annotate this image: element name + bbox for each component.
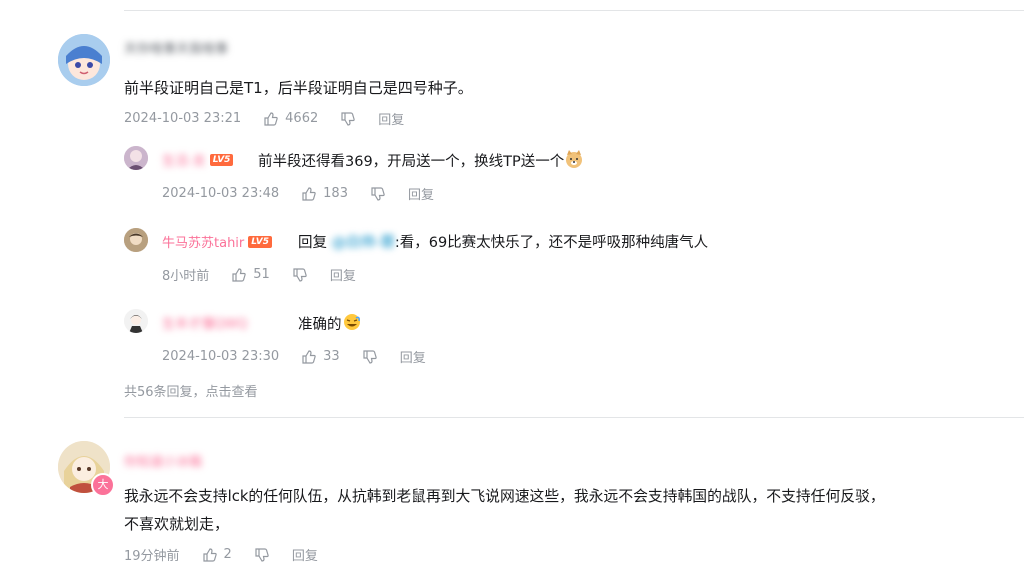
reply-meta: 8小时前 51 回复 bbox=[162, 265, 356, 284]
reply-button[interactable]: 回复 bbox=[378, 109, 404, 128]
reply-button[interactable]: 回复 bbox=[330, 265, 356, 284]
reply-meta: 2024-10-03 23:30 33 回复 bbox=[162, 347, 426, 366]
reply-text: 前半段还得看369，开局送一个，换线TP送一个 bbox=[258, 149, 584, 173]
comment-meta: 19分钟前 2 回复 bbox=[124, 545, 318, 564]
reply-button[interactable]: 回复 bbox=[400, 347, 426, 366]
dislike-button[interactable] bbox=[340, 111, 356, 127]
mention-link[interactable]: @白帅-蓉 bbox=[332, 235, 395, 251]
username[interactable]: 天你啥事天我啥事 bbox=[124, 38, 228, 57]
like-button[interactable]: 2 bbox=[202, 547, 232, 563]
avatar[interactable] bbox=[124, 228, 148, 252]
comment-text-line-1: 我永远不会支持lck的任何队伍，从抗韩到老鼠再到大飞说网速这些，我永远不会支持韩… bbox=[124, 488, 885, 505]
reply-button[interactable]: 回复 bbox=[292, 545, 318, 564]
thumb-down-icon bbox=[363, 349, 377, 364]
thumb-down-icon bbox=[341, 111, 355, 126]
doge-emoji-icon bbox=[564, 149, 584, 173]
comment-divider bbox=[124, 417, 1024, 418]
top-divider bbox=[124, 10, 1024, 11]
avatar[interactable] bbox=[124, 146, 148, 170]
reply-text: 准确的 bbox=[298, 312, 362, 336]
thumb-down-icon bbox=[293, 267, 307, 282]
like-count: 183 bbox=[323, 186, 348, 201]
timestamp: 2024-10-03 23:48 bbox=[162, 186, 280, 201]
timestamp: 2024-10-03 23:21 bbox=[124, 111, 242, 126]
like-count: 4662 bbox=[285, 111, 319, 126]
like-button[interactable]: 183 bbox=[301, 186, 348, 202]
like-button[interactable]: 4662 bbox=[263, 111, 318, 127]
thumb-down-icon bbox=[371, 186, 385, 201]
timestamp: 19分钟前 bbox=[124, 549, 180, 564]
view-more-replies-link[interactable]: 共56条回复，点击查看 bbox=[124, 381, 258, 400]
reply-username[interactable]: 牛马苏苏tahir LV5 bbox=[162, 232, 272, 251]
level-badge: LV5 bbox=[248, 235, 272, 248]
like-button[interactable]: 51 bbox=[231, 267, 270, 283]
thumb-up-icon bbox=[302, 349, 316, 364]
thumb-up-icon bbox=[264, 111, 278, 126]
timestamp: 8小时前 bbox=[162, 269, 210, 284]
like-button[interactable]: 33 bbox=[301, 349, 340, 365]
thumb-up-icon bbox=[202, 547, 217, 562]
reply-username[interactable]: 生活-支 LV5 bbox=[162, 150, 234, 169]
thumb-up-icon bbox=[302, 186, 316, 201]
comment-text: 前半段证明自己是T1，后半段证明自己是四号种子。 bbox=[124, 79, 473, 97]
avatar[interactable] bbox=[58, 34, 110, 86]
dislike-button[interactable] bbox=[292, 267, 308, 283]
timestamp: 2024-10-03 23:30 bbox=[162, 349, 280, 364]
like-count: 33 bbox=[323, 349, 340, 364]
comment-meta: 2024-10-03 23:21 4662 回复 bbox=[124, 109, 404, 128]
avatar[interactable] bbox=[124, 309, 148, 333]
reply-meta: 2024-10-03 23:48 183 回复 bbox=[162, 184, 434, 203]
like-count: 51 bbox=[253, 267, 270, 282]
reply-button[interactable]: 回复 bbox=[408, 184, 434, 203]
laughing-emoji-icon bbox=[342, 312, 362, 336]
reply-text: 回复 @白帅-蓉:看，69比赛太快乐了，还不是呼吸那种纯唐气人 bbox=[298, 235, 709, 251]
dislike-button[interactable] bbox=[362, 349, 378, 365]
dislike-button[interactable] bbox=[370, 186, 386, 202]
username[interactable]: 你知道小冰箱 bbox=[124, 451, 202, 470]
thumb-down-icon bbox=[255, 547, 269, 562]
comment-text-line-2: 不喜欢就划走， bbox=[124, 515, 230, 533]
vip-badge: 大 bbox=[91, 473, 115, 497]
dislike-button[interactable] bbox=[254, 547, 270, 563]
reply-username[interactable]: 生丰才懂QWQ bbox=[162, 313, 247, 332]
thumb-up-icon bbox=[232, 267, 247, 282]
like-count: 2 bbox=[223, 547, 232, 562]
level-badge: LV5 bbox=[209, 153, 234, 166]
